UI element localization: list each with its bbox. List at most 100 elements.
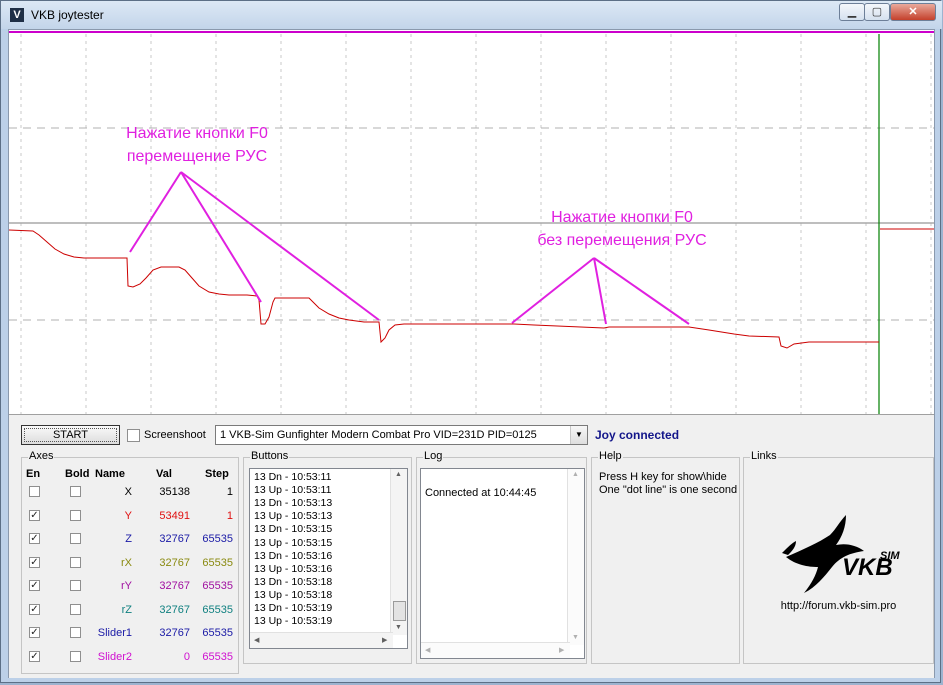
- axis-row: X 35138 1: [22, 482, 238, 504]
- button-event: 13 Dn - 10:53:13: [254, 497, 333, 510]
- button-event: 13 Up - 10:53:16: [254, 562, 333, 575]
- header-en: En: [26, 468, 41, 480]
- axis-row: ✓ rY 32767 65535: [22, 576, 238, 598]
- links-group-title: Links: [750, 450, 778, 462]
- maximize-button[interactable]: ▢: [864, 3, 890, 21]
- axis-step: 65535: [202, 650, 233, 663]
- axis-step: 65535: [202, 603, 233, 616]
- horizontal-scrollbar[interactable]: ◀ ▶: [250, 632, 393, 648]
- forum-link[interactable]: http://forum.vkb-sim.pro: [744, 600, 933, 612]
- axis-name: Slider2: [97, 650, 132, 663]
- axis-row: ✓ Slider2 0 65535: [22, 647, 238, 669]
- button-event: 13 Up - 10:53:11: [254, 484, 332, 497]
- button-events-list[interactable]: 13 Dn - 10:53:11 13 Up - 10:53:11 13 Dn - …: [249, 468, 408, 649]
- close-icon: ✕: [908, 6, 918, 18]
- scroll-right-icon[interactable]: ▶: [559, 646, 564, 654]
- axis-enable-checkbox[interactable]: ✓: [29, 533, 40, 544]
- axis-name: Y: [124, 509, 132, 522]
- horizontal-scrollbar[interactable]: ◀ ▶: [421, 642, 570, 658]
- button-event: 13 Up - 10:53:18: [254, 588, 333, 601]
- annotation-line: Нажатие кнопки F0: [551, 209, 693, 226]
- axis-name: Z: [125, 533, 132, 545]
- axis-enable-checkbox[interactable]: ✓: [29, 627, 40, 638]
- log-line: Connected at 10:44:45: [425, 487, 537, 499]
- scroll-down-icon[interactable]: ▼: [572, 634, 579, 641]
- axis-value: 32767: [159, 627, 190, 639]
- button-event: 13 Up - 10:53:15: [254, 536, 333, 549]
- axis-step: 65535: [202, 533, 233, 545]
- axis-row: ✓ rZ 32767 65535: [22, 600, 238, 622]
- device-selected-value: 1 VKB-Sim Gunfighter Modern Combat Pro V…: [220, 429, 537, 441]
- axis-value: 0: [183, 650, 190, 663]
- header-step: Step: [205, 468, 229, 480]
- scroll-thumb[interactable]: [393, 601, 406, 621]
- device-dropdown[interactable]: 1 VKB-Sim Gunfighter Modern Combat Pro V…: [215, 425, 588, 445]
- vertical-scrollbar[interactable]: ▲ ▼: [390, 469, 407, 635]
- scroll-down-icon[interactable]: ▼: [395, 624, 402, 631]
- app-logo-icon: V: [10, 8, 24, 22]
- axis-step: 65535: [202, 580, 233, 592]
- vertical-scrollbar[interactable]: ▲ ▼: [567, 469, 584, 645]
- annotation-line: без перемещения РУС: [537, 232, 707, 249]
- links-group: Links VKB SIM http://forum.vkb-sim.pro: [743, 450, 934, 664]
- axis-enable-checkbox[interactable]: [29, 486, 40, 497]
- axes-group-title: Axes: [28, 450, 55, 462]
- help-text-line: One "dot line" is one second: [599, 484, 738, 496]
- button-event: 13 Dn - 10:53:15: [254, 523, 333, 536]
- button-event: 13 Dn - 10:53:18: [254, 575, 333, 588]
- maximize-icon: ▢: [871, 6, 883, 18]
- axis-value: 35138: [159, 486, 190, 498]
- axis-value: 32767: [159, 603, 190, 616]
- axis-step: 1: [226, 486, 233, 498]
- header-name: Name: [95, 468, 125, 480]
- log-textarea[interactable]: Connected at 10:44:45 ▲ ▼ ◀ ▶: [420, 468, 585, 659]
- minimize-button[interactable]: ▁: [839, 3, 865, 21]
- y-axis-trace: [9, 229, 879, 349]
- button-event: 13 Dn - 10:53:11: [254, 471, 332, 483]
- button-event: 13 Dn - 10:53:19: [254, 602, 333, 614]
- axes-group: Axes En Bold Name Val Step X 35138 1 ✓ Y 5349…: [21, 450, 239, 674]
- axis-name: rX: [121, 556, 132, 569]
- start-button[interactable]: START: [21, 425, 120, 445]
- title-bar[interactable]: V VKB joytester ▁ ▢ ✕: [1, 1, 942, 29]
- help-group: Help Press H key for show\hide One "dot …: [591, 450, 740, 664]
- scroll-left-icon[interactable]: ◀: [254, 636, 259, 644]
- axis-enable-checkbox[interactable]: ✓: [29, 650, 40, 662]
- scroll-right-icon[interactable]: ▶: [382, 636, 387, 644]
- axis-enable-checkbox[interactable]: ✓: [29, 603, 40, 615]
- button-event: 13 Up - 10:53:19: [254, 615, 333, 628]
- axis-name: rY: [121, 580, 132, 592]
- axis-row: ✓ Y 53491 1: [22, 506, 238, 528]
- axis-value: 53491: [159, 509, 190, 522]
- annotation-line: перемещение РУС: [126, 148, 268, 165]
- joystick-trace-plot: Нажатие кнопки F0 перемещение РУС Нажати…: [9, 30, 934, 414]
- connection-status: Joy connected: [595, 428, 680, 442]
- client-area: Нажатие кнопки F0 перемещение РУС Нажати…: [8, 29, 935, 678]
- axis-name: rZ: [121, 603, 132, 616]
- header-val: Val: [156, 468, 172, 480]
- minimize-icon: ▁: [847, 6, 857, 18]
- control-panel: START Screenshoot 1 VKB-Sim Gunfighter M…: [9, 414, 934, 678]
- axis-row: ✓ Slider1 32767 65535: [22, 623, 238, 645]
- focus-rect: [24, 428, 117, 442]
- header-bold: Bold: [65, 468, 90, 480]
- axis-row: ✓ Z 32767 65535: [22, 529, 238, 551]
- button-event: 13 Dn - 10:53:16: [254, 549, 333, 562]
- axis-step: 65535: [202, 627, 233, 639]
- axis-enable-checkbox[interactable]: ✓: [29, 556, 40, 568]
- log-group-title: Log: [423, 450, 444, 462]
- window-title: VKB joytester: [31, 8, 104, 22]
- scroll-up-icon[interactable]: ▲: [572, 471, 579, 478]
- close-button[interactable]: ✕: [890, 3, 936, 21]
- screenshot-checkbox[interactable]: [127, 429, 140, 442]
- screenshot-label: Screenshoot: [144, 429, 206, 441]
- axis-name: Slider1: [97, 627, 132, 639]
- chevron-down-icon[interactable]: ▼: [570, 426, 587, 444]
- axis-enable-checkbox[interactable]: ✓: [29, 509, 40, 521]
- scroll-left-icon[interactable]: ◀: [425, 646, 430, 654]
- axis-value: 32767: [159, 556, 190, 569]
- scroll-up-icon[interactable]: ▲: [395, 471, 402, 478]
- vkb-sim-logo[interactable]: VKB SIM: [774, 513, 904, 595]
- annotation-without-movement: Нажатие кнопки F0 без перемещения РУС: [517, 206, 727, 252]
- axis-enable-checkbox[interactable]: ✓: [29, 580, 40, 591]
